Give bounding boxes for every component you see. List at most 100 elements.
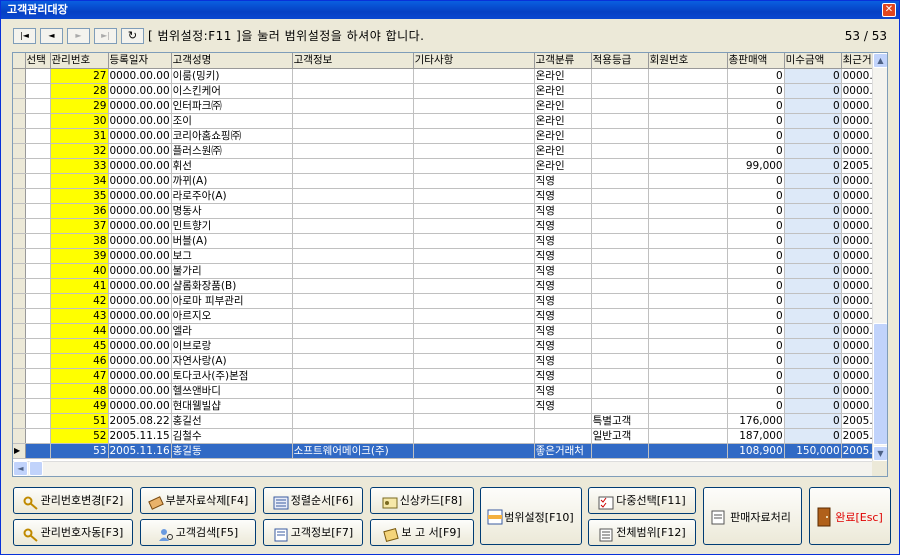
table-cell[interactable]: 인터파크㈜	[171, 98, 293, 114]
table-row[interactable]: 35 0000.00.00 라로주아(A) 직영 0 0 0000.	[13, 188, 875, 204]
table-cell[interactable]: 버블(A)	[171, 233, 293, 249]
table-cell[interactable]: 조이	[171, 113, 293, 129]
table-cell[interactable]: 직영	[534, 233, 592, 249]
table-cell[interactable]: 0	[727, 368, 785, 384]
auto-manage-number-button[interactable]: 관리번호자동[F3]	[13, 519, 133, 546]
table-cell[interactable]	[292, 143, 414, 159]
table-cell[interactable]	[591, 68, 649, 84]
row-indicator[interactable]	[13, 68, 26, 84]
table-cell[interactable]	[591, 158, 649, 174]
table-cell[interactable]	[25, 428, 51, 444]
table-cell[interactable]: 0	[784, 323, 842, 339]
column-header[interactable]: 기타사항	[413, 53, 535, 69]
table-cell[interactable]: 직영	[534, 383, 592, 399]
table-cell[interactable]: 0	[784, 83, 842, 99]
table-cell[interactable]: 0000.00.00	[108, 143, 172, 159]
table-cell[interactable]: 0	[784, 353, 842, 369]
column-header[interactable]: 총판매액	[727, 53, 785, 69]
table-cell[interactable]	[292, 83, 414, 99]
table-row[interactable]: 36 0000.00.00 명동사 직영 0 0 0000.	[13, 203, 875, 219]
table-cell[interactable]: 온라인	[534, 113, 592, 129]
table-cell[interactable]	[648, 278, 728, 294]
column-header[interactable]: 고객분류	[534, 53, 592, 69]
customer-info-button[interactable]: 고객정보[F7]	[263, 519, 363, 546]
table-cell[interactable]: 온라인	[534, 98, 592, 114]
profile-card-button[interactable]: 신상카드[F8]	[370, 487, 474, 514]
table-cell[interactable]: 0000.00.00	[108, 368, 172, 384]
table-cell[interactable]: 0	[727, 278, 785, 294]
table-cell[interactable]: 0	[784, 113, 842, 129]
table-cell[interactable]	[413, 413, 535, 429]
table-cell[interactable]	[25, 68, 51, 84]
table-cell[interactable]	[25, 398, 51, 414]
table-cell[interactable]: 0	[727, 128, 785, 144]
table-cell[interactable]: 0000.	[841, 143, 875, 159]
row-indicator[interactable]	[13, 113, 26, 129]
table-cell[interactable]	[413, 98, 535, 114]
table-cell[interactable]: 43	[50, 308, 109, 324]
table-cell[interactable]	[591, 368, 649, 384]
row-indicator[interactable]	[13, 368, 26, 384]
table-row[interactable]: 28 0000.00.00 이스킨케어 온라인 0 0 0000.	[13, 83, 875, 99]
table-cell[interactable]	[25, 278, 51, 294]
table-cell[interactable]	[591, 173, 649, 189]
table-row[interactable]: 51 2005.08.22 홍길선 특별고객 176,000 0 2005.	[13, 413, 875, 429]
table-cell[interactable]: 0	[784, 173, 842, 189]
table-cell[interactable]: 27	[50, 68, 109, 84]
table-cell[interactable]	[648, 443, 728, 459]
table-cell[interactable]	[413, 203, 535, 219]
scroll-up-button[interactable]: ▲	[873, 53, 887, 68]
partial-delete-button[interactable]: 부분자료삭제[F4]	[140, 487, 256, 514]
table-row[interactable]: 29 0000.00.00 인터파크㈜ 온라인 0 0 0000.	[13, 98, 875, 114]
table-cell[interactable]: 직영	[534, 188, 592, 204]
table-cell[interactable]: 47	[50, 368, 109, 384]
table-cell[interactable]	[413, 353, 535, 369]
last-record-button[interactable]: ►|	[94, 28, 117, 44]
table-cell[interactable]: 2005.	[841, 428, 875, 444]
table-cell[interactable]	[591, 233, 649, 249]
table-cell[interactable]: 0000.	[841, 308, 875, 324]
table-cell[interactable]	[292, 293, 414, 309]
table-cell[interactable]: 0000.	[841, 173, 875, 189]
row-indicator[interactable]	[13, 278, 26, 294]
table-cell[interactable]	[648, 68, 728, 84]
table-row[interactable]: 34 0000.00.00 까뀌(A) 직영 0 0 0000.	[13, 173, 875, 189]
table-cell[interactable]	[413, 428, 535, 444]
table-cell[interactable]: 0000.00.00	[108, 173, 172, 189]
table-cell[interactable]: 48	[50, 383, 109, 399]
table-cell[interactable]: 0	[727, 353, 785, 369]
table-cell[interactable]	[648, 263, 728, 279]
table-cell[interactable]: 직영	[534, 368, 592, 384]
table-cell[interactable]	[25, 248, 51, 264]
row-indicator[interactable]	[13, 398, 26, 414]
table-cell[interactable]	[648, 233, 728, 249]
table-cell[interactable]: 특별고객	[591, 413, 649, 429]
row-indicator[interactable]	[13, 128, 26, 144]
table-cell[interactable]: 직영	[534, 323, 592, 339]
table-cell[interactable]	[413, 278, 535, 294]
row-indicator[interactable]	[13, 428, 26, 444]
table-cell[interactable]	[413, 188, 535, 204]
vertical-scrollbar[interactable]: ▲ ▼	[872, 53, 887, 461]
table-cell[interactable]: 0	[784, 398, 842, 414]
table-cell[interactable]: 0	[727, 143, 785, 159]
table-cell[interactable]	[292, 218, 414, 234]
table-cell[interactable]: 2005.	[841, 443, 875, 459]
table-cell[interactable]	[25, 233, 51, 249]
table-cell[interactable]	[648, 308, 728, 324]
table-cell[interactable]: 0	[784, 188, 842, 204]
table-cell[interactable]: 0000.	[841, 398, 875, 414]
table-cell[interactable]: 0000.00.00	[108, 248, 172, 264]
table-cell[interactable]: 라로주아(A)	[171, 188, 293, 204]
row-indicator[interactable]	[13, 83, 26, 99]
table-cell[interactable]: 0000.	[841, 383, 875, 399]
table-cell[interactable]: 46	[50, 353, 109, 369]
table-cell[interactable]: 0000.00.00	[108, 308, 172, 324]
table-row[interactable]: 49 0000.00.00 현대웰빌샵 직영 0 0 0000.	[13, 398, 875, 414]
table-cell[interactable]: 0000.00.00	[108, 98, 172, 114]
table-cell[interactable]	[25, 158, 51, 174]
table-cell[interactable]: 35	[50, 188, 109, 204]
table-cell[interactable]	[292, 173, 414, 189]
scroll-left-button[interactable]: ◄	[13, 461, 28, 476]
table-cell[interactable]: 직영	[534, 308, 592, 324]
